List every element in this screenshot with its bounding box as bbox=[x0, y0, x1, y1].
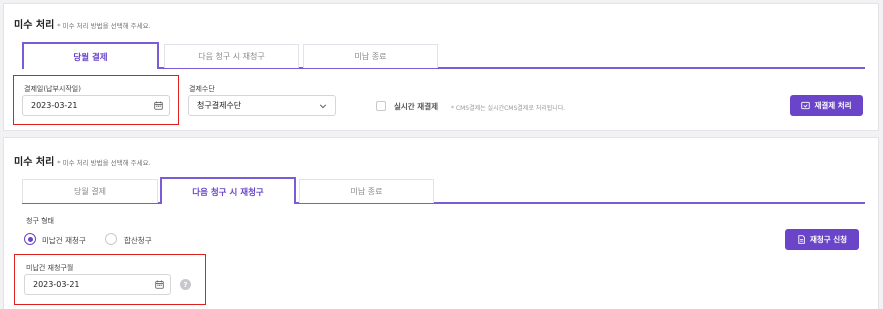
cms-hint: * CMS결제는 실시간CMS결제로 처리됩니다. bbox=[451, 105, 566, 112]
tab-unpaid-close[interactable]: 미납 종료 bbox=[303, 44, 438, 68]
billing-type-label: 청구 형태 bbox=[26, 217, 54, 225]
repay-button[interactable]: 재결제 처리 bbox=[790, 95, 863, 116]
highlight-rebill-month bbox=[14, 254, 206, 305]
section-subtitle: * 미수 처리 방법을 선택해 주세요. bbox=[57, 22, 151, 30]
tab-next-billing-rebill[interactable]: 다음 청구 시 재청구 bbox=[164, 44, 299, 68]
radio-combined-billing-label: 합산청구 bbox=[124, 236, 152, 245]
tab-current-month-payment[interactable]: 당월 결제 bbox=[22, 179, 158, 203]
payment-method-label: 결제수단 bbox=[189, 85, 215, 93]
tab-bar: 당월 결제 다음 청구 시 재청구 미납 종료 bbox=[22, 177, 865, 204]
tab-bar: 당월 결제 다음 청구 시 재청구 미납 종료 bbox=[22, 42, 865, 69]
rebill-request-button[interactable]: 재청구 신청 bbox=[785, 229, 859, 250]
section-subtitle: * 미수 처리 방법을 선택해 주세요. bbox=[57, 159, 151, 167]
chevron-down-icon bbox=[319, 104, 327, 109]
document-icon bbox=[798, 235, 805, 244]
highlight-payment-date bbox=[13, 75, 179, 125]
payment-method-select[interactable]: 청구결제수단 bbox=[188, 95, 336, 116]
radio-unpaid-rebill[interactable] bbox=[24, 233, 36, 245]
section-title: 미수 처리 * 미수 처리 방법을 선택해 주세요. bbox=[14, 157, 151, 168]
rebill-request-button-label: 재청구 신청 bbox=[809, 235, 848, 244]
realtime-repay-label: 실시간 재결제 bbox=[394, 102, 439, 111]
radio-unpaid-rebill-label: 미납건 재청구 bbox=[42, 236, 86, 245]
section-title: 미수 처리 * 미수 처리 방법을 선택해 주세요. bbox=[14, 20, 151, 31]
repay-button-label: 재결제 처리 bbox=[814, 101, 852, 110]
realtime-repay-checkbox[interactable] bbox=[376, 101, 386, 111]
radio-combined-billing[interactable] bbox=[105, 233, 117, 245]
tab-unpaid-close[interactable]: 미납 종료 bbox=[299, 179, 434, 203]
payment-method-value: 청구결제수단 bbox=[197, 101, 242, 110]
tab-next-billing-rebill[interactable]: 다음 청구 시 재청구 bbox=[160, 177, 296, 204]
card-icon bbox=[801, 101, 811, 110]
tab-current-month-payment[interactable]: 당월 결제 bbox=[22, 42, 159, 69]
